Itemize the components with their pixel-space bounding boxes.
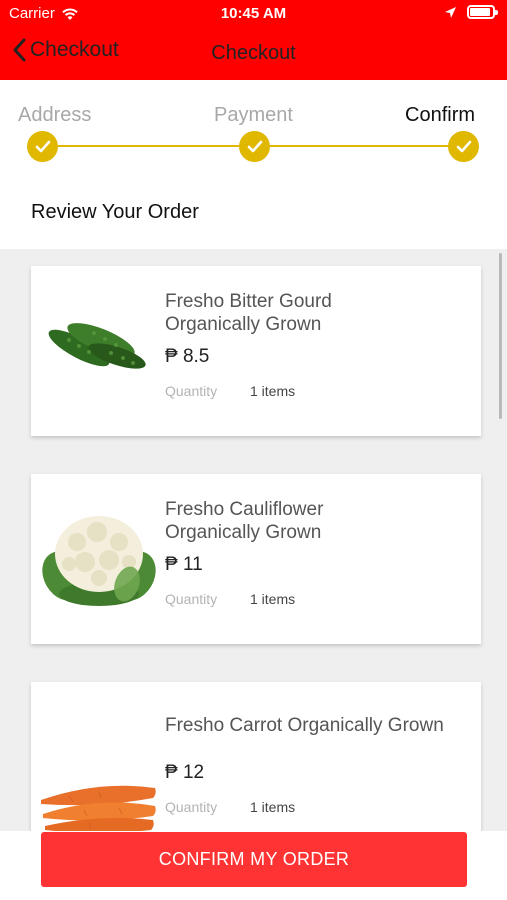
- step-dot-confirm[interactable]: [448, 131, 479, 162]
- item-name: Fresho Cauliflower Organically Grown: [165, 498, 465, 544]
- status-bar: Carrier 10:45 AM: [0, 0, 507, 28]
- item-name: Fresho Bitter Gourd Organically Grown: [165, 290, 465, 336]
- item-price: ₱ 8.5: [165, 346, 210, 367]
- check-icon: [35, 140, 50, 152]
- page-title: Checkout: [211, 42, 296, 64]
- step-dot-payment[interactable]: [239, 131, 270, 162]
- check-icon: [247, 140, 262, 152]
- confirm-order-button[interactable]: CONFIRM MY ORDER: [41, 832, 467, 887]
- quantity-label: Quantity: [165, 799, 218, 815]
- item-name-line: Organically Grown: [165, 522, 322, 543]
- location-arrow-icon: [445, 6, 456, 18]
- quantity-label: Quantity: [165, 591, 218, 607]
- list-scrollbar[interactable]: [499, 253, 502, 419]
- order-item-card[interactable]: Fresho Bitter Gourd Organically Grown ₱ …: [31, 266, 481, 436]
- app-header: Carrier 10:45 AM Checkout Checkout: [0, 0, 507, 80]
- item-name-line: Fresho Bitter Gourd: [165, 291, 332, 312]
- quantity-value: 1 items: [250, 799, 296, 815]
- step-label-address: Address: [18, 104, 92, 126]
- check-icon: [456, 140, 471, 152]
- item-name: Fresho Carrot Organically Grown: [165, 714, 465, 737]
- step-connector-2: [270, 145, 450, 147]
- order-item-card[interactable]: Fresho Carrot Organically Grown ₱ 12 Qua…: [31, 682, 481, 831]
- item-name-line: Fresho Carrot Organically Grown: [165, 715, 444, 736]
- item-price: ₱ 12: [165, 762, 205, 783]
- step-label-payment: Payment: [214, 104, 293, 126]
- order-item-card[interactable]: Fresho Cauliflower Organically Grown ₱ 1…: [31, 474, 481, 644]
- quantity-value: 1 items: [250, 383, 296, 399]
- item-price: ₱ 11: [165, 554, 203, 575]
- navigation-bar: Checkout Checkout: [0, 34, 507, 74]
- review-order-heading: Review Your Order: [31, 201, 199, 223]
- battery-fill: [470, 8, 490, 16]
- status-right: [444, 5, 498, 19]
- carrot-image: [41, 785, 156, 831]
- step-label-confirm: Confirm: [405, 104, 476, 126]
- quantity-value: 1 items: [250, 591, 296, 607]
- quantity-label: Quantity: [165, 383, 218, 399]
- item-name-line: Organically Grown: [165, 314, 322, 335]
- status-time: 10:45 AM: [220, 5, 287, 22]
- item-name-line: Fresho Cauliflower: [165, 499, 324, 520]
- step-connector-1: [58, 145, 240, 147]
- checkout-stepper: Address Payment Confirm: [0, 80, 507, 180]
- footer-bar: CONFIRM MY ORDER: [0, 831, 507, 900]
- step-dot-address[interactable]: [27, 131, 58, 162]
- cauliflower-image: [42, 516, 156, 606]
- order-items-list[interactable]: Fresho Bitter Gourd Organically Grown ₱ …: [0, 249, 507, 831]
- bitter-gourd-image: [48, 323, 146, 369]
- battery-icon: [467, 5, 498, 19]
